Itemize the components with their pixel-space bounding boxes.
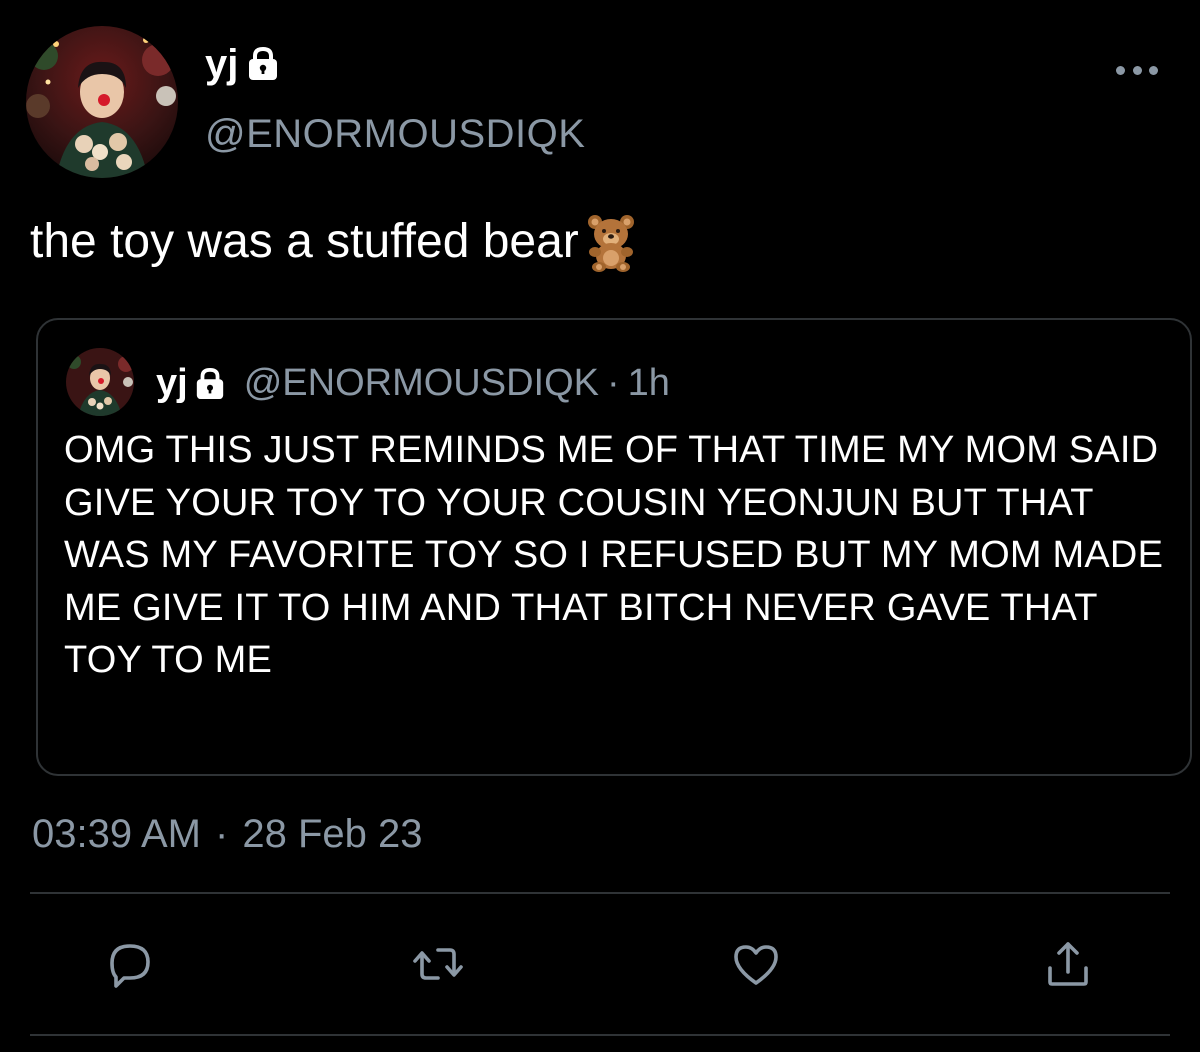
retweet-icon[interactable] [410,936,466,992]
quoted-tweet[interactable]: yj @ENORMOUSDIQK · 1h OMG THIS JUST REMI… [36,318,1192,776]
more-dot [1149,65,1158,75]
quoted-display-name[interactable]: yj [156,362,188,405]
like-icon[interactable] [728,936,784,992]
quoted-separator: · [606,362,620,404]
tweet-body: the toy was a stuffed bear [30,215,579,269]
quoted-author-avatar[interactable] [66,348,134,416]
teddy-bear-icon [581,212,641,272]
divider [30,892,1170,894]
tweet-time: 03:39 AM [32,812,202,856]
author-display-name[interactable]: yj [205,44,238,84]
tweet-date: 28 Feb 23 [242,812,423,856]
lock-icon [246,46,280,82]
quoted-text: OMG THIS JUST REMINDS ME OF THAT TIME MY… [64,429,1164,681]
author-handle[interactable]: @ENORMOUSDIQK [205,112,585,157]
tweet-detail: yj @ENORMOUSDIQK the toy was a stuffed b… [0,0,1200,1052]
divider [30,1034,1170,1036]
author-name-row[interactable]: yj [205,44,280,84]
more-dot [1132,65,1142,75]
reply-icon[interactable] [102,936,158,992]
more-dot [1116,65,1125,75]
share-icon[interactable] [1040,936,1096,992]
quoted-header: yj @ENORMOUSDIQK · 1h [156,362,670,405]
lock-icon [194,367,226,401]
more-options-icon[interactable] [1116,62,1158,78]
tweet-timestamp: 03:39 AM · 28 Feb 23 [32,812,422,857]
tweet-text: the toy was a stuffed bear [30,212,641,272]
timestamp-separator: · [215,812,229,856]
author-avatar[interactable] [26,26,178,178]
quoted-relative-time: 1h [627,362,670,404]
quoted-handle[interactable]: @ENORMOUSDIQK [244,362,599,405]
